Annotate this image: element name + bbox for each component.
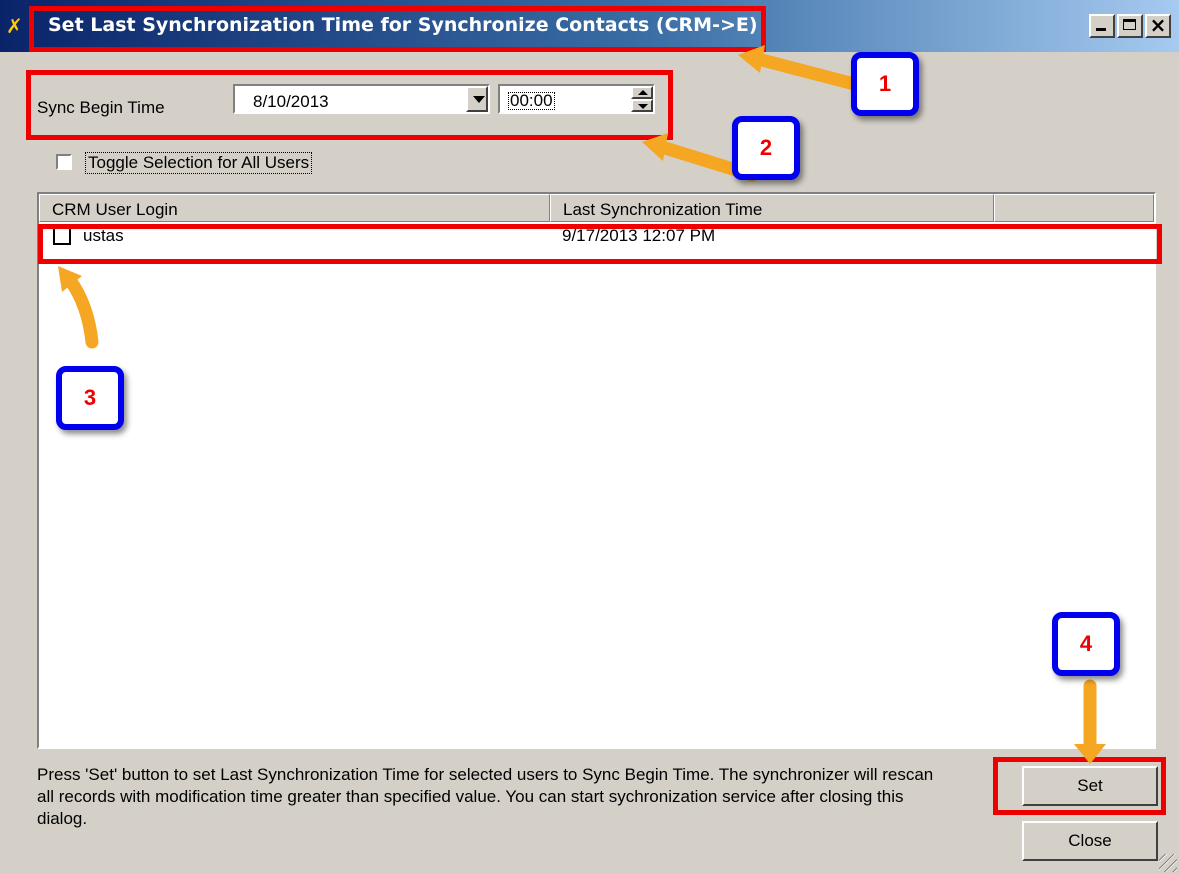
annotation-arrow-1 — [755, 53, 865, 92]
annotation-badge-1: 1 — [851, 52, 919, 116]
annotation-badge-3: 3 — [56, 366, 124, 430]
arrow-head-4 — [1074, 744, 1106, 764]
arrow-head-2 — [642, 133, 668, 161]
annotation-badge-4: 4 — [1052, 612, 1120, 676]
annotation-arrows — [58, 45, 1106, 764]
dialog-window: ✗ Set Last Synchronization Time for Sync… — [0, 0, 1179, 874]
arrow-head-1 — [738, 45, 765, 73]
annotation-arrow-3 — [63, 273, 99, 349]
annotation-badge-2: 2 — [732, 116, 800, 180]
